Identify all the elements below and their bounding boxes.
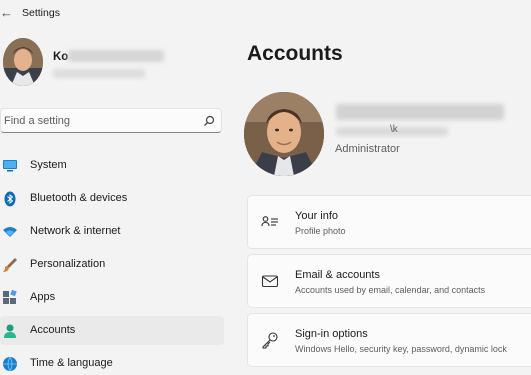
- card-title: Sign-in options: [295, 328, 368, 340]
- sidebar-item-personalization[interactable]: Personalization: [0, 250, 224, 279]
- app-title: Settings: [22, 7, 60, 19]
- sidebar-nav: System Bluetooth & devices Network & int…: [0, 151, 224, 375]
- bluetooth-icon: [4, 191, 16, 207]
- sidebar-item-bluetooth[interactable]: Bluetooth & devices: [0, 184, 224, 213]
- search-icon[interactable]: [203, 115, 215, 127]
- user-account-block[interactable]: Ko: [0, 36, 230, 92]
- sidebar-item-label: Bluetooth & devices: [30, 192, 128, 204]
- globe-clock-icon: [3, 356, 17, 372]
- card-subtitle: Profile photo: [295, 226, 346, 236]
- sidebar-item-label: Network & internet: [30, 225, 121, 237]
- page-title: Accounts: [247, 42, 343, 65]
- back-arrow-icon[interactable]: ←: [0, 5, 13, 21]
- person-card-icon: [261, 216, 278, 227]
- card-subtitle: Windows Hello, security key, password, d…: [295, 344, 507, 354]
- sidebar-item-system[interactable]: System: [0, 151, 224, 180]
- user-avatar: [3, 38, 43, 86]
- sidebar-item-apps[interactable]: Apps: [0, 283, 224, 312]
- apps-icon: [3, 290, 17, 304]
- person-icon: [4, 324, 16, 338]
- user-name-redacted: [68, 50, 164, 62]
- search-input[interactable]: [4, 113, 194, 129]
- profile-avatar[interactable]: [244, 92, 324, 176]
- mail-icon: [261, 275, 279, 288]
- profile-domain-text: \k: [390, 124, 398, 135]
- profile-name-redacted: [336, 104, 504, 120]
- sidebar-item-label: System: [30, 159, 67, 171]
- key-icon: [262, 332, 278, 349]
- wifi-icon: [3, 227, 17, 237]
- search-box[interactable]: [0, 108, 222, 133]
- user-name: Ko: [53, 51, 69, 63]
- brush-icon: [3, 258, 17, 272]
- sidebar-item-label: Apps: [30, 291, 56, 303]
- card-sign-in-options[interactable]: Sign-in options Windows Hello, security …: [247, 313, 531, 367]
- card-title: Email & accounts: [295, 269, 380, 281]
- sidebar-item-time-language[interactable]: Time & language: [0, 349, 224, 375]
- card-your-info[interactable]: Your info Profile photo: [247, 195, 531, 249]
- sidebar-item-label: Time & language: [30, 357, 113, 369]
- card-subtitle: Accounts used by email, calendar, and co…: [295, 285, 486, 295]
- card-title: Your info: [295, 210, 339, 222]
- card-email-accounts[interactable]: Email & accounts Accounts used by email,…: [247, 254, 531, 308]
- user-email-redacted: [53, 69, 145, 78]
- profile-role: Administrator: [335, 143, 400, 155]
- sidebar-item-label: Personalization: [30, 258, 106, 270]
- sidebar-item-label: Accounts: [30, 324, 76, 336]
- monitor-icon: [3, 160, 17, 172]
- sidebar-item-network[interactable]: Network & internet: [0, 217, 224, 246]
- title-bar: ← Settings: [0, 0, 531, 28]
- sidebar-item-accounts[interactable]: Accounts: [0, 316, 224, 345]
